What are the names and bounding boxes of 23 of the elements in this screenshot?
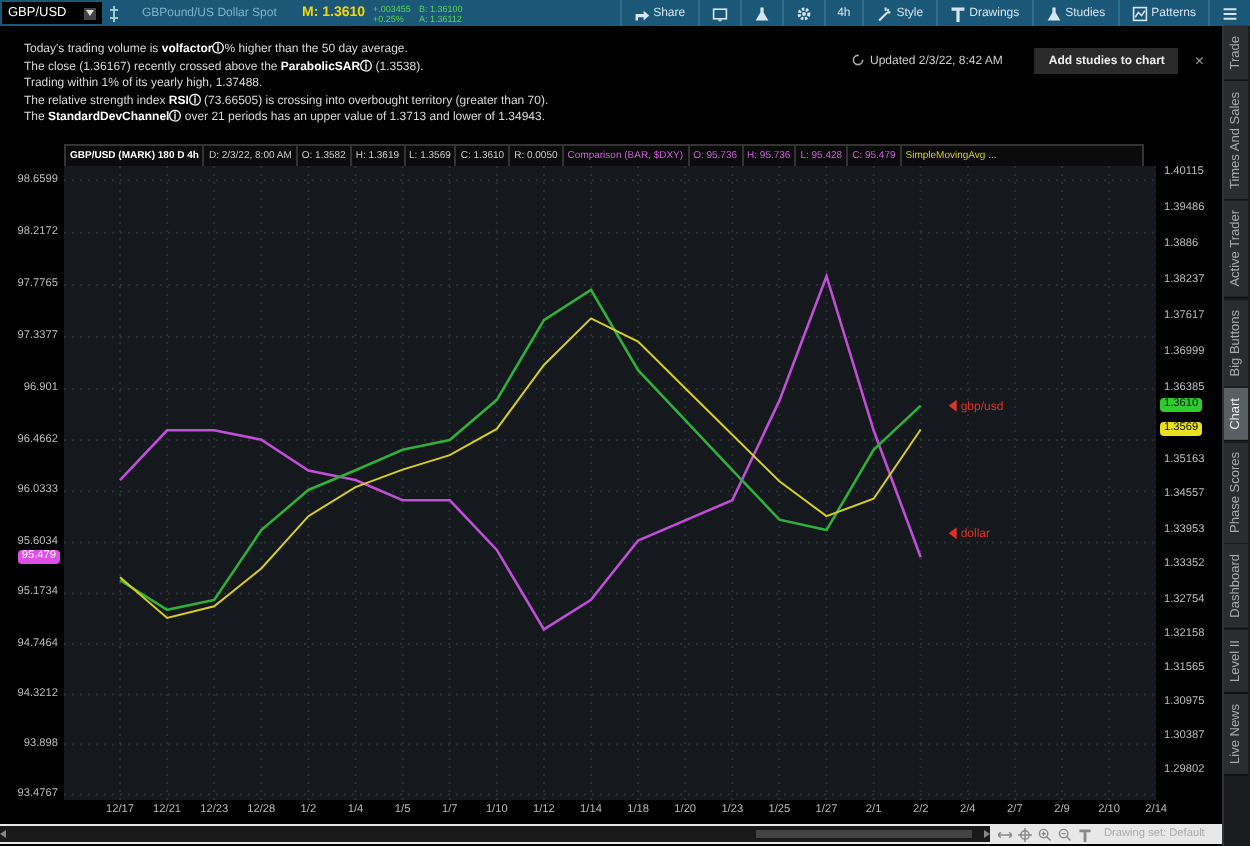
flask-icon — [753, 5, 770, 21]
zoom-out-icon[interactable] — [1058, 827, 1072, 841]
scrollbar-thumb[interactable] — [756, 830, 972, 838]
text-icon — [949, 5, 966, 21]
settings-icon — [795, 5, 812, 21]
chart-pattern-icon — [1131, 5, 1148, 21]
crosshair-icon[interactable] — [1018, 827, 1032, 841]
left-arrow-icon[interactable] — [0, 830, 8, 838]
zoom-in-icon[interactable] — [1038, 827, 1052, 841]
caret-icon — [86, 10, 94, 16]
close-button[interactable]: × — [1194, 50, 1205, 70]
link-icon[interactable] — [110, 5, 118, 21]
scrollbar[interactable] — [0, 826, 990, 842]
text-icon[interactable] — [1078, 827, 1092, 841]
menu-icon — [1222, 5, 1238, 21]
monitor-icon — [711, 5, 728, 21]
pointer-icon — [948, 399, 957, 412]
right-arrow-icon[interactable] — [982, 830, 990, 838]
pointer-icon — [948, 527, 957, 540]
wand-icon — [876, 5, 893, 21]
flask-icon — [1045, 5, 1062, 21]
refresh-icon — [852, 54, 864, 66]
pan-icon[interactable] — [998, 827, 1012, 841]
